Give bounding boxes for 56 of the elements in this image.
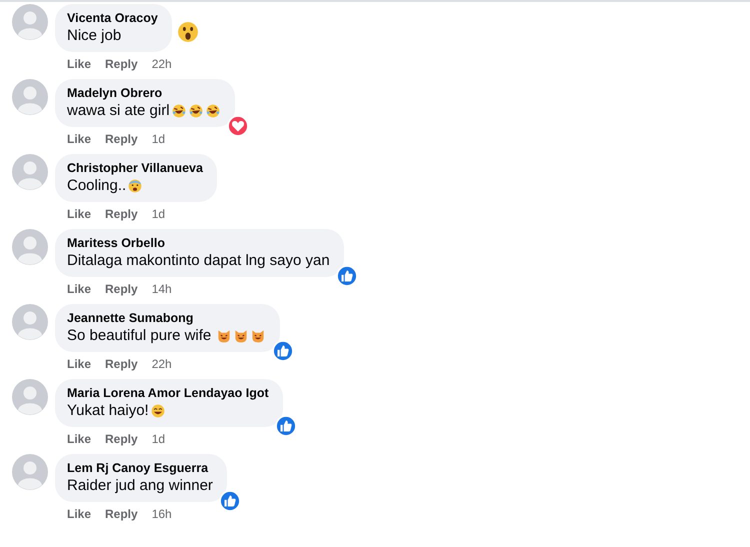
comment-text: Nice job [67,27,122,44]
grinning-emoji-icon [150,402,166,418]
commenter-name[interactable]: Maritess Orbello [67,236,330,250]
comment-action-link[interactable]: Like [67,207,92,221]
comment-action-link[interactable]: Reply [105,57,138,71]
comment-time[interactable]: 22h [152,57,172,71]
laughing-emoji-icon [170,102,187,118]
avatar-silhouette-icon[interactable] [12,304,48,340]
laughing-emoji-icon [188,102,204,118]
comment-action-link[interactable]: Like [67,57,92,71]
comment-text: Ditalaga makontinto dapat lng sayo yan [67,252,330,269]
avatar-silhouette-icon[interactable] [12,379,48,415]
commenter-name[interactable]: Jeannette Sumabong [67,311,266,325]
comment-time[interactable]: 1d [152,207,166,221]
avatar-silhouette-icon[interactable] [12,454,48,490]
anxious-emoji-icon [127,178,144,194]
heart-reaction-icon[interactable] [226,115,249,137]
commenter-name[interactable]: Christopher Villanueva [67,161,203,175]
comment-text: wawa si ate girl [67,102,170,119]
comment-time[interactable]: 1d [152,132,166,146]
cat-face-emoji-icon [250,328,266,344]
cat-face-emoji-icon [233,328,250,344]
comment-action-link[interactable]: Reply [105,282,138,296]
laughing-emoji-icon [204,102,221,118]
comment-text: So beautiful pure wife [67,327,212,344]
comment-action-link[interactable]: Reply [105,432,138,446]
commenter-name[interactable]: Vicenta Oracoy [67,11,158,25]
comment-time[interactable]: 22h [152,357,172,371]
comment-action-link[interactable]: Reply [105,132,138,146]
comment-action-link[interactable]: Reply [105,207,138,221]
comment-action-link[interactable]: Reply [105,357,138,371]
comment-time[interactable]: 16h [152,507,172,521]
thumbs-up-reaction-icon[interactable] [272,340,294,362]
avatar-silhouette-icon[interactable] [12,79,48,115]
thumbs-up-reaction-icon[interactable] [274,415,297,437]
avatar-silhouette-icon[interactable] [12,4,48,40]
cat-face-emoji-icon [216,328,232,344]
comment-time[interactable]: 14h [152,282,172,296]
comment-action-link[interactable]: Like [67,432,92,446]
wow-reaction-icon[interactable] [176,20,200,44]
comment-action-link[interactable]: Like [67,132,92,146]
comment-text: Yukat haiyo! [67,402,149,419]
commenter-name[interactable]: Maria Lorena Amor Lendayao Igot [67,386,269,400]
comment-time[interactable]: 1d [152,432,166,446]
comment-action-link[interactable]: Like [67,282,92,296]
avatar-silhouette-icon[interactable] [12,229,48,265]
thumbs-up-reaction-icon[interactable] [336,265,358,287]
comment-action-link[interactable]: Like [67,357,92,371]
commenter-name[interactable]: Lem Rj Canoy Esguerra [67,461,213,475]
comment-action-link[interactable]: Like [67,507,92,521]
avatar-silhouette-icon[interactable] [12,154,48,190]
comment-text: Cooling.. [67,177,126,194]
thumbs-up-reaction-icon[interactable] [218,490,241,512]
comment-action-link[interactable]: Reply [105,507,138,521]
commenter-name[interactable]: Madelyn Obrero [67,86,221,100]
comment-text: Raider jud ang winner [67,477,213,494]
